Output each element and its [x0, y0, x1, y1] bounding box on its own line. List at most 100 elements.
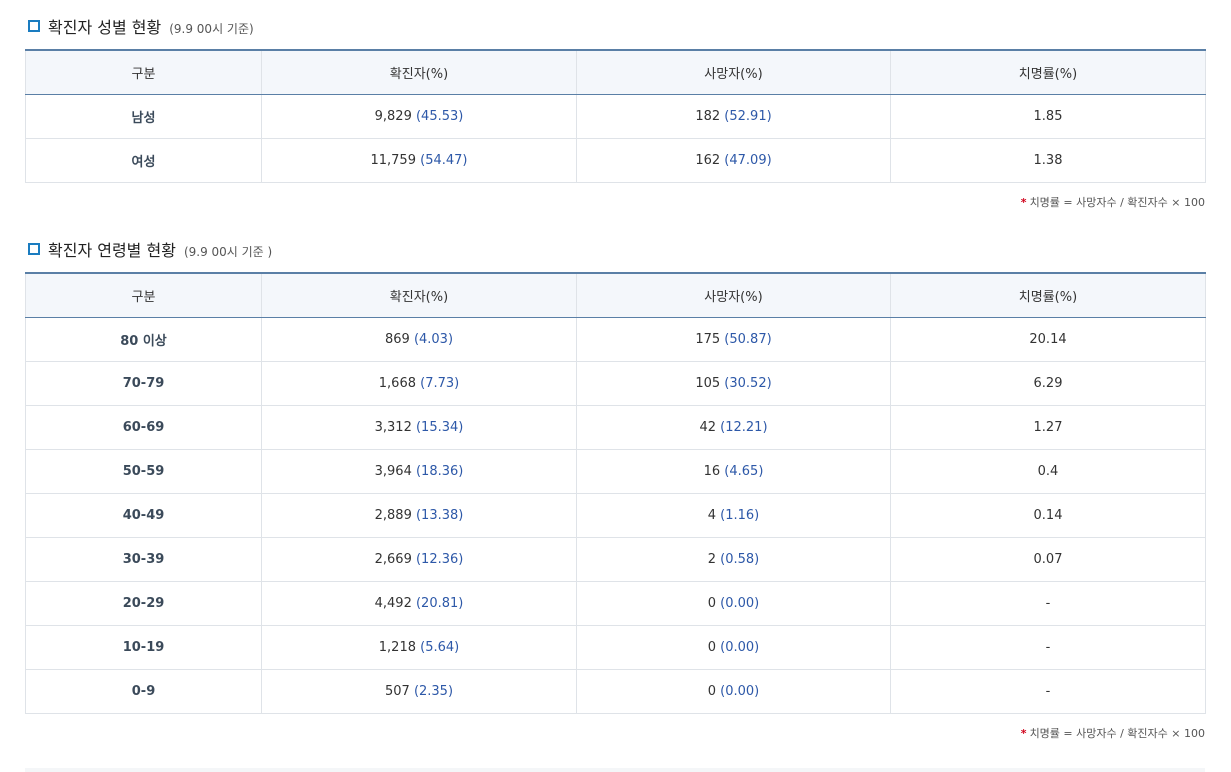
row-category: 70-79: [25, 361, 262, 406]
row-category: 10-19: [25, 625, 262, 670]
table-row: 20-29 4,492 (20.81) 0 (0.00) -: [25, 581, 1206, 626]
deaths-percent: (1.16): [720, 508, 760, 523]
table-row: 50-59 3,964 (18.36) 16 (4.65) 0.4: [25, 449, 1206, 494]
deaths-cell: 0 (0.00): [576, 625, 891, 670]
deaths-count: 0: [707, 596, 717, 611]
gender-section-title: 확진자 성별 현황 (9.9 00시 기준): [28, 14, 254, 38]
row-category: 남성: [25, 94, 262, 139]
header-fatality: 치명률(%): [890, 49, 1206, 95]
confirmed-cell: 2,669 (12.36): [261, 537, 577, 582]
confirmed-cell: 1,218 (5.64): [261, 625, 577, 670]
footnote-star: *: [1020, 196, 1027, 209]
fatality-rate: 0.07: [890, 537, 1206, 582]
table-row: 60-69 3,312 (15.34) 42 (12.21) 1.27: [25, 405, 1206, 450]
fatality-rate: -: [890, 581, 1206, 626]
confirmed-percent: (13.38): [415, 508, 464, 523]
confirmed-count: 2,889: [374, 508, 412, 523]
row-category: 여성: [25, 138, 262, 183]
table-row: 10-19 1,218 (5.64) 0 (0.00) -: [25, 625, 1206, 670]
table-row: 여성 11,759 (54.47) 162 (47.09) 1.38: [25, 138, 1206, 183]
footnote-text: 치명률 = 사망자수 / 확진자수 × 100: [1029, 196, 1205, 209]
confirmed-cell: 3,312 (15.34): [261, 405, 577, 450]
confirmed-count: 3,312: [374, 420, 412, 435]
age-title: 확진자 연령별 현황: [48, 241, 176, 260]
fatality-rate: -: [890, 625, 1206, 670]
confirmed-count: 1,668: [378, 376, 416, 391]
gender-subtitle: (9.9 00시 기준): [169, 22, 254, 36]
confirmed-percent: (4.03): [413, 332, 454, 347]
confirmed-percent: (45.53): [415, 109, 464, 124]
square-bullet-icon: [28, 243, 40, 255]
deaths-percent: (47.09): [724, 153, 772, 168]
deaths-cell: 182 (52.91): [576, 94, 891, 139]
deaths-count: 105: [695, 376, 721, 391]
age-subtitle: (9.9 00시 기준 ): [183, 245, 273, 259]
deaths-percent: (0.58): [720, 552, 760, 567]
row-category: 30-39: [25, 537, 262, 582]
table-row: 남성 9,829 (45.53) 182 (52.91) 1.85: [25, 94, 1206, 139]
confirmed-percent: (7.73): [420, 376, 460, 391]
deaths-count: 16: [703, 464, 721, 479]
confirmed-cell: 869 (4.03): [261, 317, 577, 362]
gender-footnote: * 치명률 = 사망자수 / 확진자수 × 100: [1021, 194, 1205, 210]
fatality-rate: 0.14: [890, 493, 1206, 538]
confirmed-cell: 2,889 (13.38): [261, 493, 577, 538]
fatality-rate: 20.14: [890, 317, 1206, 362]
deaths-cell: 175 (50.87): [576, 317, 891, 362]
gender-table-header-row: 구분 확진자(%) 사망자(%) 치명률(%): [25, 49, 1206, 95]
confirmed-cell: 507 (2.35): [261, 669, 577, 714]
confirmed-cell: 9,829 (45.53): [261, 94, 577, 139]
deaths-count: 0: [707, 640, 717, 655]
fatality-rate: 1.85: [890, 94, 1206, 139]
row-category: 60-69: [25, 405, 262, 450]
confirmed-percent: (5.64): [420, 640, 460, 655]
table-row: 70-79 1,668 (7.73) 105 (30.52) 6.29: [25, 361, 1206, 406]
deaths-count: 162: [695, 153, 721, 168]
row-category: 40-49: [25, 493, 262, 538]
age-section-title: 확진자 연령별 현황 (9.9 00시 기준 ): [28, 237, 272, 261]
gender-title: 확진자 성별 현황: [48, 18, 162, 37]
deaths-cell: 42 (12.21): [576, 405, 891, 450]
confirmed-cell: 4,492 (20.81): [261, 581, 577, 626]
deaths-cell: 105 (30.52): [576, 361, 891, 406]
header-fatality: 치명률(%): [890, 272, 1206, 318]
confirmed-count: 9,829: [374, 109, 412, 124]
table-row: 40-49 2,889 (13.38) 4 (1.16) 0.14: [25, 493, 1206, 538]
age-table: 구분 확진자(%) 사망자(%) 치명률(%) 80 이상 869 (4.03) 1…: [25, 272, 1206, 714]
age-footnote: * 치명률 = 사망자수 / 확진자수 × 100: [1021, 725, 1205, 741]
confirmed-count: 1,218: [378, 640, 416, 655]
deaths-percent: (4.65): [724, 464, 764, 479]
deaths-percent: (52.91): [724, 109, 772, 124]
deaths-percent: (0.00): [720, 684, 760, 699]
fatality-rate: 6.29: [890, 361, 1206, 406]
deaths-count: 4: [707, 508, 717, 523]
confirmed-percent: (20.81): [415, 596, 464, 611]
header-deaths: 사망자(%): [576, 272, 891, 318]
header-confirmed: 확진자(%): [261, 272, 577, 318]
fatality-rate: 0.4: [890, 449, 1206, 494]
confirmed-percent: (2.35): [413, 684, 454, 699]
gender-table: 구분 확진자(%) 사망자(%) 치명률(%) 남성 9,829 (45.53) 1…: [25, 49, 1206, 183]
deaths-cell: 4 (1.16): [576, 493, 891, 538]
header-confirmed: 확진자(%): [261, 49, 577, 95]
deaths-cell: 16 (4.65): [576, 449, 891, 494]
deaths-cell: 2 (0.58): [576, 537, 891, 582]
square-bullet-icon: [28, 20, 40, 32]
deaths-cell: 162 (47.09): [576, 138, 891, 183]
deaths-count: 42: [699, 420, 717, 435]
footnote-text: 치명률 = 사망자수 / 확진자수 × 100: [1029, 727, 1205, 740]
row-category: 0-9: [25, 669, 262, 714]
confirmed-count: 11,759: [370, 153, 416, 168]
deaths-percent: (0.00): [720, 596, 760, 611]
confirmed-percent: (15.34): [415, 420, 464, 435]
fatality-rate: -: [890, 669, 1206, 714]
confirmed-percent: (18.36): [415, 464, 464, 479]
header-deaths: 사망자(%): [576, 49, 891, 95]
row-category: 50-59: [25, 449, 262, 494]
confirmed-count: 507: [384, 684, 410, 699]
confirmed-count: 4,492: [374, 596, 412, 611]
table-row: 30-39 2,669 (12.36) 2 (0.58) 0.07: [25, 537, 1206, 582]
table-row: 80 이상 869 (4.03) 175 (50.87) 20.14: [25, 317, 1206, 362]
footnote-star: *: [1020, 727, 1027, 740]
deaths-percent: (30.52): [724, 376, 772, 391]
